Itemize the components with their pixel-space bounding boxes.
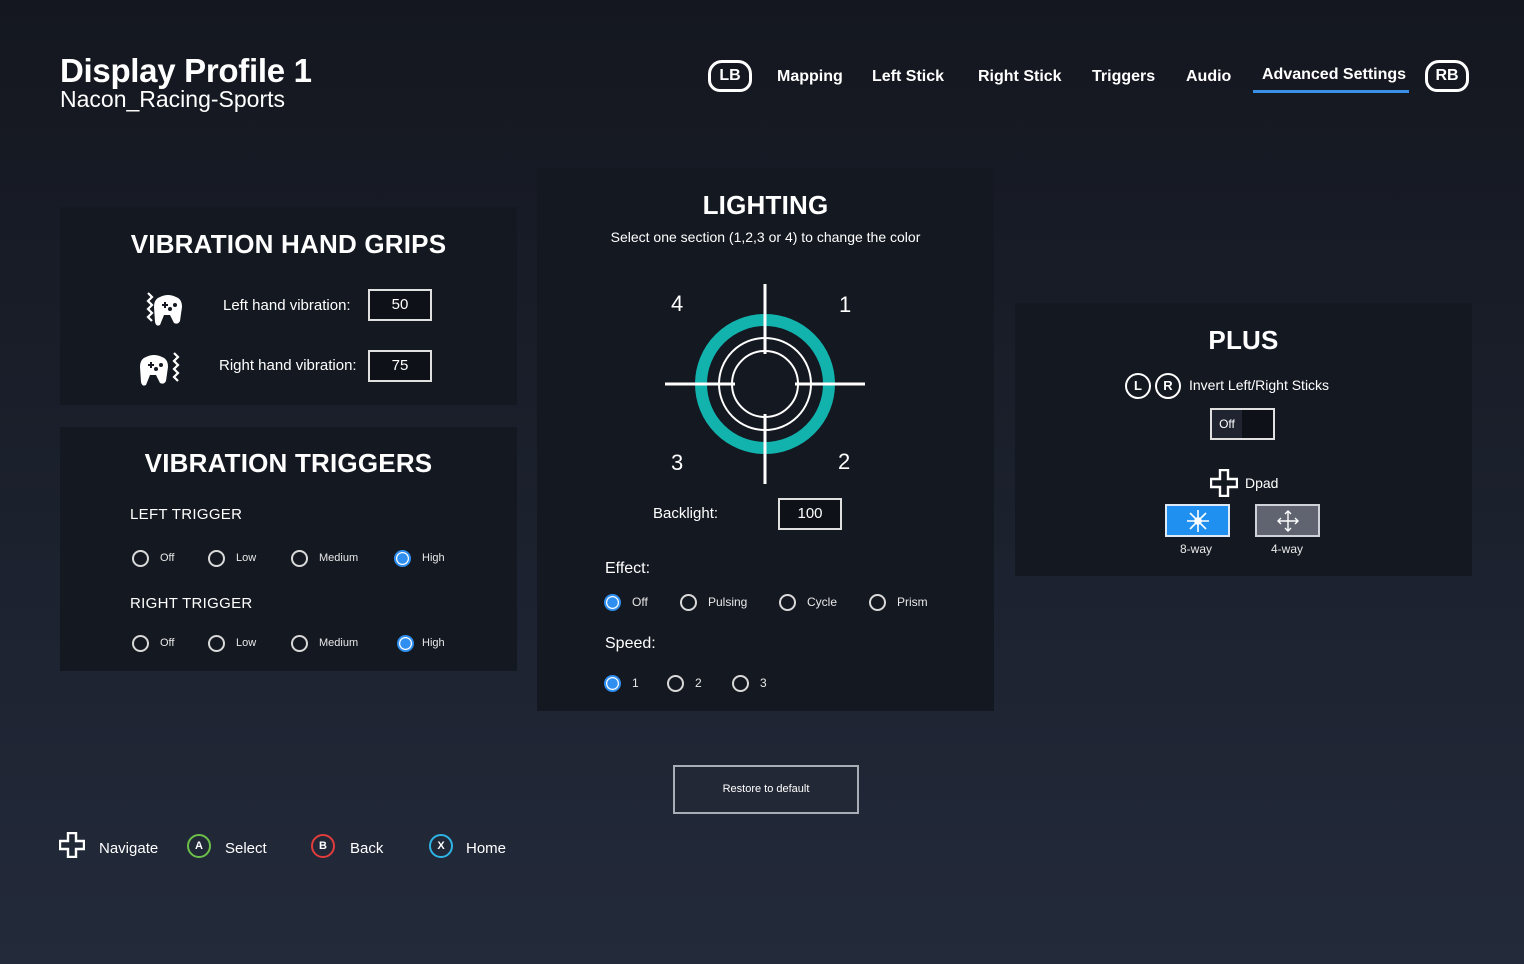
lb-bumper-icon[interactable]: LB (708, 60, 752, 92)
dpad-icon (1210, 469, 1238, 497)
right-stick-r-icon: R (1155, 373, 1181, 399)
effect-cycle-radio[interactable] (779, 594, 796, 611)
speed-3-label: 3 (760, 676, 767, 690)
left-trigger-off-radio[interactable] (132, 550, 149, 567)
section-1-label[interactable]: 1 (839, 292, 851, 318)
left-hand-vibration-label: Left hand vibration: (223, 297, 351, 314)
select-hint-label: Select (225, 840, 267, 857)
right-hand-vibration-label: Right hand vibration: (219, 357, 357, 374)
invert-sticks-label: Invert Left/Right Sticks (1189, 377, 1330, 393)
speed-3-radio[interactable] (732, 675, 749, 692)
dpad-label: Dpad (1245, 475, 1279, 491)
lighting-title: LIGHTING (702, 190, 829, 220)
plus-title: PLUS (1208, 325, 1279, 355)
four-way-arrows-icon (1277, 510, 1299, 532)
tab-audio[interactable]: Audio (1186, 68, 1231, 86)
left-trigger-low-radio[interactable] (208, 550, 225, 567)
dpad-navigate-icon (59, 832, 85, 858)
right-trigger-label: RIGHT TRIGGER (130, 595, 253, 612)
section-3-label[interactable]: 3 (671, 450, 683, 476)
speed-2-label: 2 (695, 676, 702, 690)
profile-title: Display Profile 1 (60, 52, 312, 89)
left-trigger-medium-radio[interactable] (291, 550, 308, 567)
right-trigger-low-radio[interactable] (208, 635, 225, 652)
back-hint-label: Back (350, 840, 384, 857)
tab-left-stick[interactable]: Left Stick (872, 68, 944, 86)
dpad-4-way-label: 4-way (1271, 542, 1304, 556)
effect-label: Effect: (605, 560, 651, 577)
dpad-8-way-button[interactable] (1165, 504, 1230, 537)
left-stick-l-icon: L (1125, 373, 1151, 399)
invert-sticks-toggle[interactable]: Off (1210, 408, 1275, 440)
effect-off-label: Off (632, 595, 648, 609)
navigate-hint-label: Navigate (99, 840, 159, 857)
section-2-label[interactable]: 2 (838, 449, 850, 475)
right-trigger-low-label: Low (236, 637, 257, 649)
tab-mapping[interactable]: Mapping (777, 68, 843, 86)
vibration-hand-grips-title: VIBRATION HAND GRIPS (130, 229, 447, 259)
left-trigger-label: LEFT TRIGGER (130, 506, 243, 523)
left-grip-vibration-icon (146, 292, 182, 326)
speed-2-radio[interactable] (667, 675, 684, 692)
active-tab-indicator (1253, 90, 1409, 93)
vibration-triggers-title: VIBRATION TRIGGERS (144, 448, 433, 478)
right-trigger-medium-radio[interactable] (291, 635, 308, 652)
speed-1-radio[interactable] (604, 675, 621, 692)
effect-pulsing-label: Pulsing (708, 595, 748, 609)
tab-triggers[interactable]: Triggers (1092, 68, 1155, 86)
home-hint-label: Home (466, 840, 507, 857)
restore-default-button[interactable]: Restore to default (673, 765, 859, 814)
right-hand-vibration-input[interactable]: 75 (368, 350, 432, 382)
plus-panel: PLUS L R Invert Left/Right Sticks Off Dp… (1015, 303, 1472, 576)
effect-off-radio[interactable] (604, 594, 621, 611)
rb-bumper-icon[interactable]: RB (1425, 60, 1469, 92)
left-trigger-high-label: High (422, 552, 445, 564)
left-trigger-high-radio[interactable] (394, 550, 411, 567)
left-trigger-off-label: Off (160, 552, 175, 564)
a-button-icon: A (187, 834, 211, 858)
right-trigger-off-label: Off (160, 637, 175, 649)
x-button-icon: X (429, 834, 453, 858)
lighting-section-selector[interactable] (663, 283, 867, 487)
speed-1-label: 1 (632, 676, 639, 690)
effect-prism-radio[interactable] (869, 594, 886, 611)
left-trigger-low-label: Low (236, 552, 257, 564)
dpad-4-way-button[interactable] (1255, 504, 1320, 537)
tab-right-stick[interactable]: Right Stick (978, 68, 1062, 86)
effect-pulsing-radio[interactable] (680, 594, 697, 611)
backlight-input[interactable]: 100 (778, 498, 842, 530)
right-trigger-high-radio[interactable] (397, 635, 414, 652)
vibration-triggers-panel: VIBRATION TRIGGERS LEFT TRIGGER Off Low … (60, 427, 517, 671)
lighting-panel: LIGHTING Select one section (1,2,3 or 4)… (537, 168, 994, 711)
speed-label: Speed: (605, 635, 656, 652)
invert-sticks-toggle-value: Off (1212, 410, 1242, 438)
left-trigger-medium-label: Medium (319, 552, 359, 564)
effect-prism-label: Prism (897, 595, 928, 609)
dpad-8-way-label: 8-way (1180, 542, 1213, 556)
right-trigger-off-radio[interactable] (132, 635, 149, 652)
b-button-icon: B (311, 834, 335, 858)
eight-way-arrows-icon (1187, 510, 1209, 532)
right-trigger-high-label: High (422, 637, 445, 649)
backlight-label: Backlight: (653, 505, 719, 522)
profile-name: Nacon_Racing-Sports (60, 86, 286, 112)
lighting-instructions: Select one section (1,2,3 or 4) to chang… (610, 229, 921, 245)
right-grip-vibration-icon (140, 352, 180, 386)
section-4-label[interactable]: 4 (671, 291, 683, 317)
effect-cycle-label: Cycle (807, 595, 838, 609)
right-trigger-medium-label: Medium (319, 637, 359, 649)
left-hand-vibration-input[interactable]: 50 (368, 289, 432, 321)
vibration-hand-grips-panel: VIBRATION HAND GRIPS Left hand vibration… (60, 207, 517, 405)
tab-advanced-settings[interactable]: Advanced Settings (1262, 66, 1406, 84)
